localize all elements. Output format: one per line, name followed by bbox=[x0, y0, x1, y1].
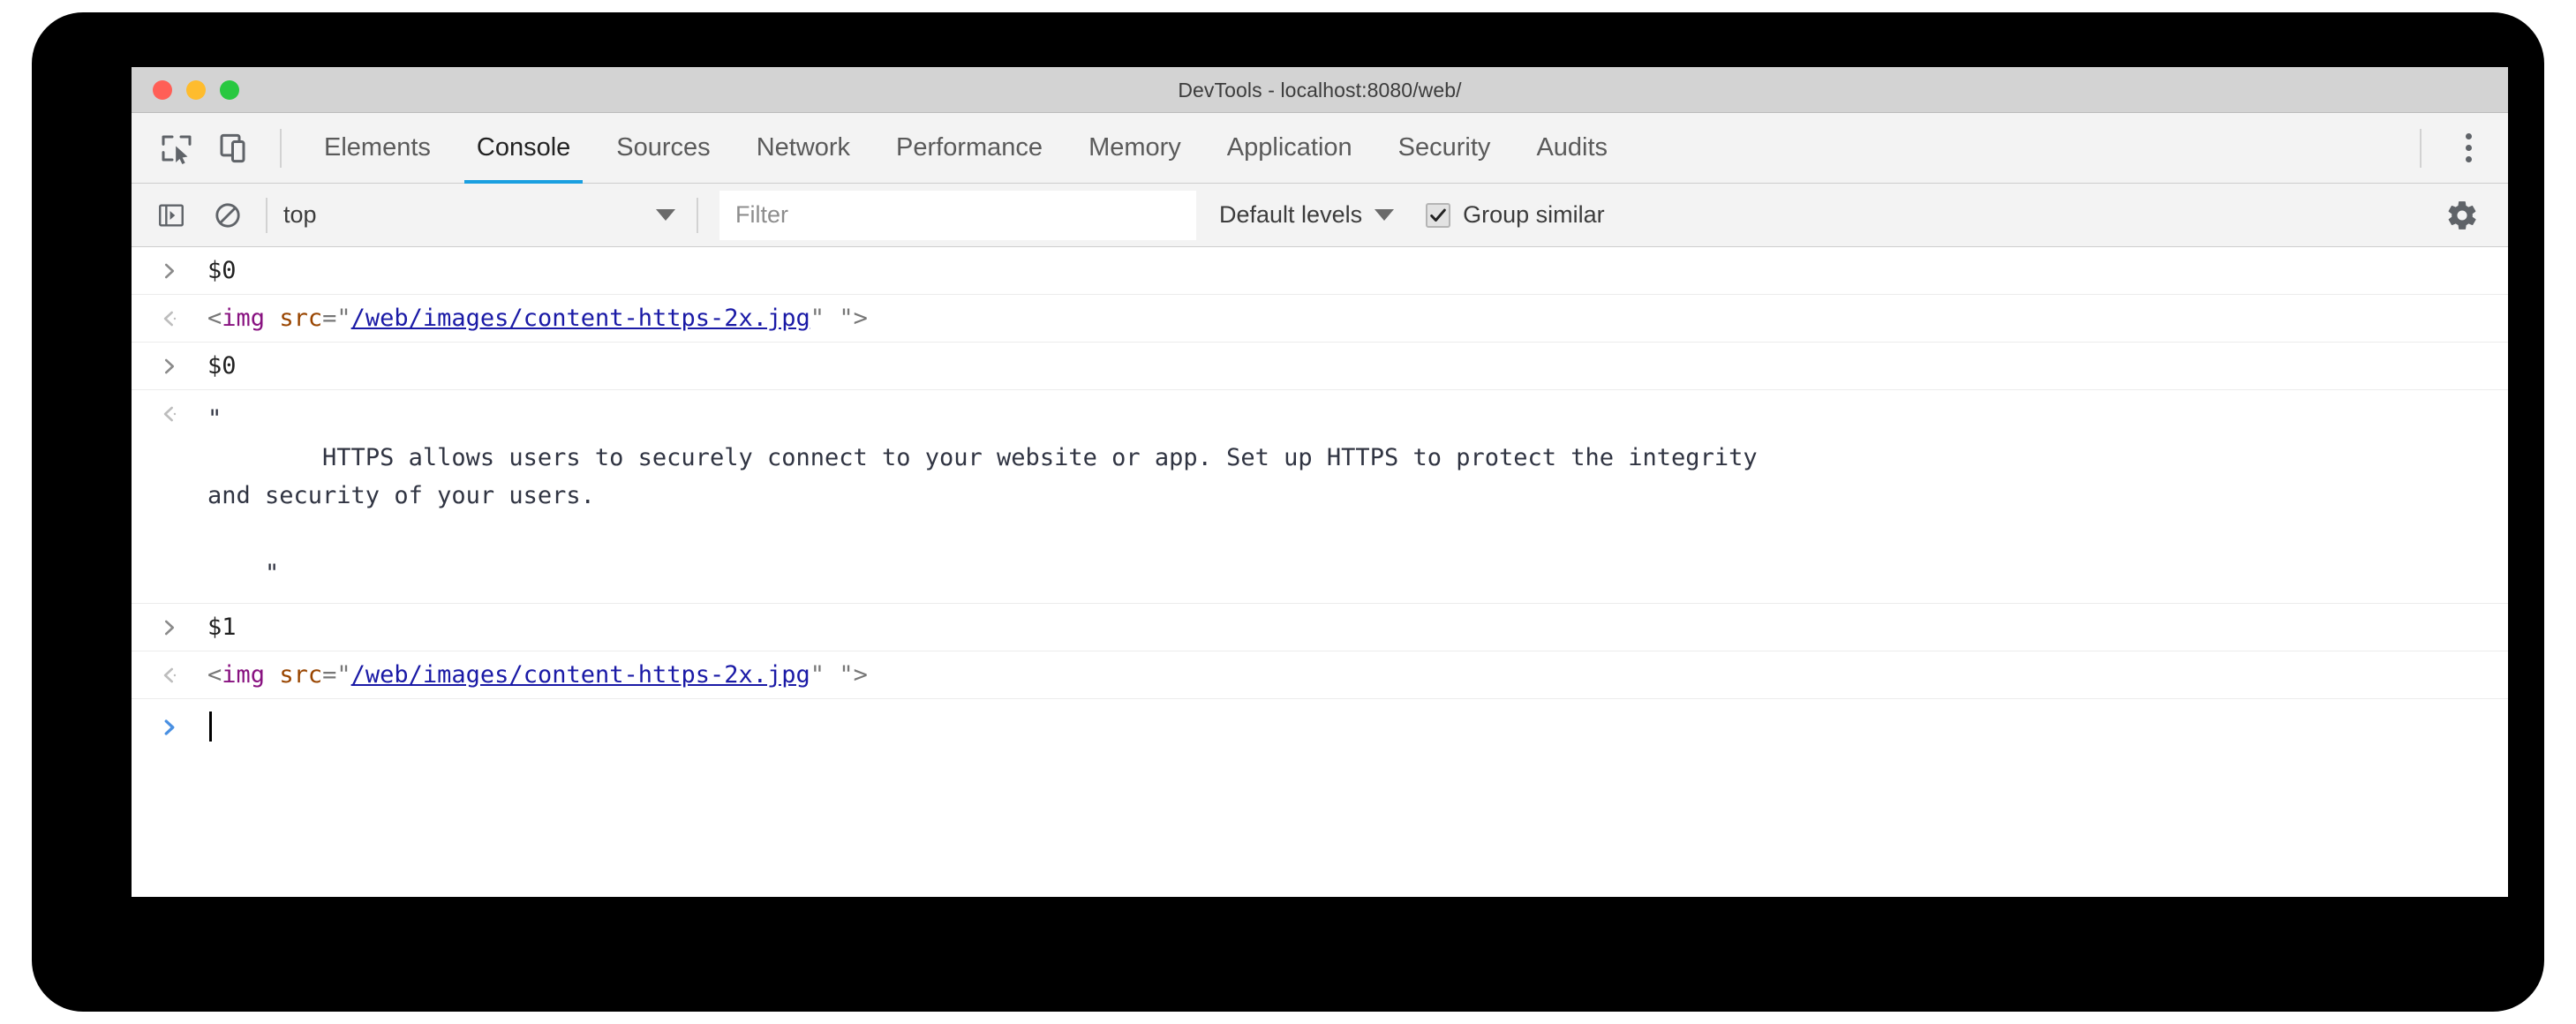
tab-performance[interactable]: Performance bbox=[873, 113, 1066, 184]
text-cursor bbox=[209, 711, 212, 742]
attribute-value-link[interactable]: /web/images/content-https-2x.jpg bbox=[351, 305, 810, 332]
tag-name: img bbox=[222, 305, 266, 332]
quote-close: " bbox=[810, 305, 825, 332]
tab-bar-divider bbox=[2420, 128, 2422, 168]
attribute-value-link[interactable]: /web/images/content-https-2x.jpg bbox=[351, 661, 810, 689]
tag-open-bracket: < bbox=[207, 660, 222, 689]
attribute-name: src bbox=[279, 660, 323, 689]
console-row-result[interactable]: <img src="/web/images/content-https-2x.j… bbox=[132, 651, 2508, 699]
tab-label: Memory bbox=[1088, 133, 1181, 162]
tab-label: Audits bbox=[1536, 133, 1608, 162]
trailing-quote: " bbox=[839, 660, 854, 689]
console-result-html: <img src="/web/images/content-https-2x.j… bbox=[207, 661, 2508, 689]
execution-context-label: top bbox=[283, 201, 317, 228]
toolbar-divider bbox=[280, 128, 282, 168]
tab-security[interactable]: Security bbox=[1375, 113, 1514, 184]
row-marker bbox=[132, 400, 207, 425]
row-marker bbox=[132, 305, 207, 330]
dot bbox=[2465, 133, 2472, 139]
devtools-window: DevTools - localhost:8080/web/ Elements … bbox=[132, 67, 2508, 897]
quote-close: " bbox=[810, 660, 825, 689]
tab-audits[interactable]: Audits bbox=[1513, 113, 1631, 184]
console-row-input[interactable]: $1 bbox=[132, 604, 2508, 651]
equals-sign: = bbox=[322, 660, 337, 689]
console-prompt-input[interactable] bbox=[207, 711, 2508, 742]
tab-label: Network bbox=[756, 133, 851, 162]
tab-bar: Elements Console Sources Network Perform… bbox=[132, 113, 2508, 184]
row-marker bbox=[132, 713, 207, 739]
console-filter-toolbar: top Default levels Group similar bbox=[132, 184, 2508, 247]
input-chevron-icon bbox=[164, 263, 175, 279]
tab-label: Elements bbox=[324, 133, 431, 162]
group-similar-checkbox[interactable] bbox=[1426, 202, 1451, 228]
tab-label: Console bbox=[476, 133, 571, 162]
gear-icon[interactable] bbox=[2437, 191, 2487, 240]
dot bbox=[2465, 145, 2472, 151]
group-similar-control[interactable]: Group similar bbox=[1426, 201, 1605, 229]
chevron-down-icon bbox=[1375, 209, 1395, 221]
tag-close-bracket: > bbox=[853, 660, 868, 689]
result-chevron-icon bbox=[163, 311, 177, 327]
sidebar-toggle-icon[interactable] bbox=[149, 193, 193, 237]
console-row-result[interactable]: <img src="/web/images/content-https-2x.j… bbox=[132, 295, 2508, 343]
console-output[interactable]: $0 <img src="/web/images/content-https-2… bbox=[132, 247, 2508, 897]
device-frame: DevTools - localhost:8080/web/ Elements … bbox=[32, 12, 2544, 1012]
tab-network[interactable]: Network bbox=[734, 113, 873, 184]
window-title: DevTools - localhost:8080/web/ bbox=[1178, 78, 1462, 102]
console-row-result[interactable]: " HTTPS allows users to securely connect… bbox=[132, 390, 2508, 604]
inspect-element-icon[interactable] bbox=[151, 123, 202, 174]
chevron-down-icon bbox=[656, 209, 675, 221]
tab-list: Elements Console Sources Network Perform… bbox=[301, 113, 1631, 184]
title-bar: DevTools - localhost:8080/web/ bbox=[132, 67, 2508, 113]
console-result-string: " HTTPS allows users to securely connect… bbox=[207, 405, 1758, 587]
tab-label: Sources bbox=[616, 133, 711, 162]
console-row-input[interactable]: $0 bbox=[132, 247, 2508, 295]
tab-label: Performance bbox=[896, 133, 1043, 162]
quote-open: " bbox=[336, 305, 351, 332]
log-levels-selector[interactable]: Default levels bbox=[1219, 192, 1399, 238]
tag-name: img bbox=[222, 660, 266, 689]
input-chevron-icon bbox=[164, 620, 175, 636]
tab-label: Application bbox=[1226, 133, 1352, 162]
filter-input[interactable] bbox=[719, 190, 1196, 240]
row-marker bbox=[132, 661, 207, 687]
tag-open-bracket: < bbox=[207, 305, 222, 332]
group-similar-label: Group similar bbox=[1463, 201, 1605, 228]
console-input-expression: $1 bbox=[207, 613, 237, 641]
toolbar-divider bbox=[697, 197, 698, 233]
result-chevron-icon bbox=[163, 667, 177, 683]
execution-context-selector[interactable]: top bbox=[283, 192, 681, 238]
equals-sign: = bbox=[322, 305, 337, 332]
input-chevron-icon bbox=[164, 358, 175, 374]
tab-console[interactable]: Console bbox=[454, 113, 593, 184]
more-options-icon[interactable] bbox=[2441, 121, 2496, 176]
console-input-expression: $0 bbox=[207, 257, 237, 284]
tab-sources[interactable]: Sources bbox=[593, 113, 733, 184]
result-chevron-icon bbox=[163, 406, 177, 422]
toolbar-divider bbox=[266, 197, 267, 233]
console-prompt-row[interactable] bbox=[132, 699, 2508, 754]
console-result-html: <img src="/web/images/content-https-2x.j… bbox=[207, 305, 2508, 332]
quote-open: " bbox=[336, 660, 351, 689]
row-marker bbox=[132, 257, 207, 282]
tab-label: Security bbox=[1397, 133, 1491, 162]
trailing-quote: " bbox=[839, 305, 854, 332]
dot bbox=[2465, 156, 2472, 162]
tab-elements[interactable]: Elements bbox=[301, 113, 454, 184]
log-levels-label: Default levels bbox=[1219, 201, 1363, 228]
row-marker bbox=[132, 614, 207, 639]
row-marker bbox=[132, 352, 207, 378]
console-row-input[interactable]: $0 bbox=[132, 343, 2508, 390]
tab-bar-right bbox=[2400, 113, 2508, 184]
tab-memory[interactable]: Memory bbox=[1066, 113, 1204, 184]
console-input-expression: $0 bbox=[207, 352, 237, 380]
clear-console-icon[interactable] bbox=[206, 193, 250, 237]
prompt-chevron-icon bbox=[164, 719, 175, 735]
tag-close-bracket: > bbox=[853, 305, 868, 332]
device-toolbar-icon[interactable] bbox=[209, 123, 260, 174]
attribute-name: src bbox=[279, 305, 323, 332]
tab-application[interactable]: Application bbox=[1204, 113, 1375, 184]
